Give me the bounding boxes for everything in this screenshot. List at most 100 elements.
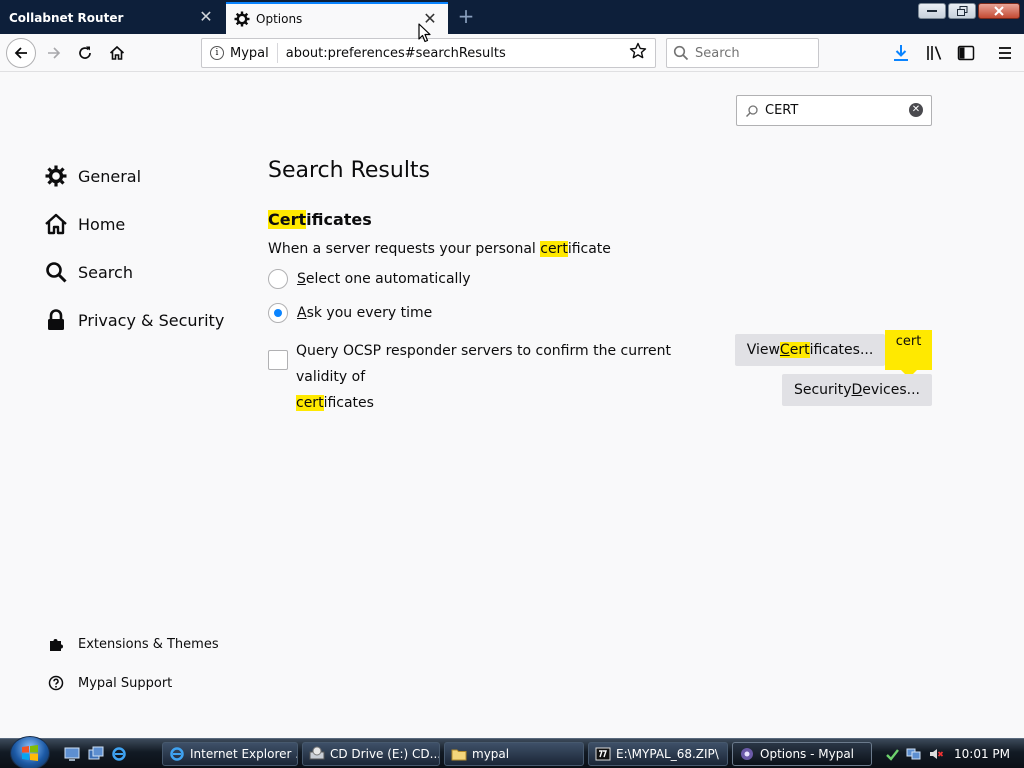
home-icon (44, 212, 68, 236)
ocsp-checkbox[interactable] (268, 350, 288, 370)
download-icon[interactable] (892, 44, 910, 62)
taskbar-item-label: Options - Mypal (760, 747, 855, 761)
search-highlight: Cert (268, 210, 307, 229)
url-text[interactable]: about:preferences#searchResults (278, 46, 629, 61)
volume-muted-icon[interactable] (928, 746, 944, 762)
search-placeholder: Search (695, 45, 740, 61)
sidebar-footer-label: Extensions & Themes (78, 636, 219, 652)
help-icon (44, 675, 68, 691)
btn-text-rest: evices... (862, 382, 921, 398)
close-window-button[interactable] (978, 3, 1020, 19)
preferences-search-value: CERT (765, 103, 799, 118)
taskbar-item-internet-explorer[interactable]: Internet Explorer ... (162, 742, 298, 766)
section-title-certificates: Certificates (268, 210, 372, 229)
radio-ask-every-time[interactable]: Ask you every time (268, 303, 432, 323)
radio-select-automatically[interactable]: Select one automatically (268, 269, 471, 289)
radio-button[interactable] (268, 269, 288, 289)
taskbar-item-label: Internet Explorer ... (190, 747, 298, 761)
page-title: Search Results (268, 158, 431, 183)
archive-icon (595, 747, 611, 761)
sidebar-item-extensions-themes[interactable]: Extensions & Themes (44, 636, 254, 652)
clear-search-icon[interactable]: ✕ (909, 103, 923, 117)
restore-button[interactable] (948, 3, 976, 19)
taskbar-item-label: mypal (472, 747, 510, 761)
accesskey: D (851, 382, 863, 398)
preferences-search-input[interactable]: CERT ✕ (736, 95, 932, 126)
forward-arrow-icon (48, 47, 61, 59)
tab-collabnet-router[interactable]: Collabnet Router ✕ (0, 2, 224, 34)
tab-options[interactable]: Options ✕ (226, 2, 448, 34)
preferences-sidebar: General Home Search Privacy & Security (44, 152, 244, 344)
desc-text: When a server requests your personal (268, 241, 541, 257)
sidebar-item-label: Home (78, 214, 126, 234)
taskbar-item-label: E:\MYPAL_68.ZIP\ (616, 747, 719, 761)
taskbar-item-options-mypal[interactable]: Options - Mypal (732, 742, 872, 766)
ocsp-checkbox-row[interactable]: Query OCSP responder servers to confirm … (268, 338, 726, 416)
sidebar-item-label: Privacy & Security (78, 310, 225, 330)
ocsp-text: Query OCSP responder servers to confirm … (296, 343, 672, 385)
taskbar-item-label: CD Drive (E:) CD... (330, 747, 440, 761)
safely-remove-icon[interactable] (884, 746, 900, 762)
sidebar-item-label: General (78, 166, 142, 186)
search-highlight: ert (789, 342, 810, 358)
tab-label: Collabnet Router (9, 11, 124, 25)
switch-windows-icon[interactable] (88, 746, 104, 762)
ocsp-text-rest: ificates (323, 395, 374, 411)
sidebar-toggle-icon[interactable] (957, 44, 975, 62)
puzzle-icon (44, 636, 68, 652)
start-button[interactable] (10, 736, 50, 768)
tab-strip: Collabnet Router ✕ Options ✕ + (0, 0, 1024, 34)
sidebar-item-general[interactable]: General (44, 152, 244, 200)
btn-text: Security (793, 382, 852, 398)
reload-button[interactable] (71, 39, 99, 67)
search-icon (746, 104, 758, 117)
search-highlight: cert (296, 395, 324, 411)
internet-explorer-icon[interactable] (111, 746, 127, 762)
close-tab-icon[interactable]: ✕ (198, 9, 214, 25)
library-icon[interactable] (925, 44, 943, 62)
network-icon[interactable] (906, 746, 922, 762)
system-tray: 10:01 PM (884, 739, 1024, 768)
clock[interactable]: 10:01 PM (954, 747, 1010, 761)
show-desktop-icon[interactable] (64, 746, 80, 762)
sidebar-item-home[interactable]: Home (44, 200, 244, 248)
radio-button-selected[interactable] (268, 303, 288, 323)
sidebar-item-search[interactable]: Search (44, 248, 244, 296)
site-identity[interactable]: i Mypal (202, 43, 278, 63)
accesskey: S (297, 271, 306, 287)
taskbar-item-mypal-folder[interactable]: mypal (444, 742, 584, 766)
minimize-button[interactable] (918, 3, 946, 19)
taskbar-item-cd-drive[interactable]: CD Drive (E:) CD... (302, 742, 440, 766)
back-button[interactable] (6, 38, 36, 68)
sidebar-footer-label: Mypal Support (78, 675, 173, 691)
info-icon: i (210, 46, 224, 60)
view-certificates-button[interactable]: View Cert ificates... (735, 334, 885, 366)
forward-button[interactable] (40, 39, 68, 67)
window-controls (918, 3, 1020, 19)
navigation-toolbar: i Mypal about:preferences#searchResults … (0, 34, 1024, 72)
sidebar-item-privacy-security[interactable]: Privacy & Security (44, 296, 244, 344)
back-arrow-icon (14, 47, 27, 59)
search-bar[interactable]: Search (666, 38, 819, 68)
security-devices-button[interactable]: Security Devices... (782, 374, 932, 406)
radio-label: Select one automatically (297, 271, 471, 287)
radio-label: Ask you every time (297, 305, 432, 321)
radio-label-rest: sk you every time (306, 305, 433, 321)
accesskey: A (297, 305, 307, 321)
lock-icon (44, 308, 68, 332)
mouse-cursor-icon (418, 23, 431, 43)
sidebar-item-mypal-support[interactable]: Mypal Support (44, 675, 254, 691)
home-button[interactable] (103, 39, 131, 67)
search-match-badge: cert (885, 330, 932, 378)
sidebar-item-label: Search (78, 262, 133, 282)
taskbar-item-7zip[interactable]: E:\MYPAL_68.ZIP\ (588, 742, 728, 766)
btn-text-rest: ificates... (809, 342, 874, 358)
desc-text-rest: ificate (567, 241, 611, 257)
certificate-description: When a server requests your personal cer… (268, 241, 611, 257)
identity-label: Mypal (230, 45, 269, 61)
bookmark-star-icon[interactable] (629, 42, 649, 64)
menu-icon[interactable] (996, 44, 1014, 62)
new-tab-icon[interactable]: + (455, 6, 477, 28)
folder-icon (451, 749, 467, 761)
search-highlight: cert (540, 241, 568, 257)
